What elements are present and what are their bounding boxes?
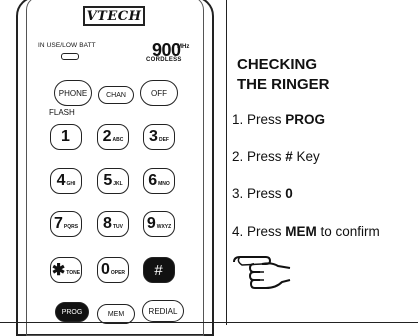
step-4-key: MEM bbox=[285, 224, 317, 239]
phone-button[interactable]: PHONE bbox=[54, 80, 92, 106]
pointing-hand-icon bbox=[233, 256, 291, 289]
key-digit: 0 bbox=[100, 261, 110, 278]
bottom-rule bbox=[0, 322, 418, 323]
key-digit: 8 bbox=[103, 215, 112, 232]
step-4: 4. Press MEM to confirm bbox=[232, 224, 380, 239]
step-2-key: # bbox=[285, 149, 293, 164]
key-digit: 2 bbox=[102, 128, 112, 145]
off-button[interactable]: OFF bbox=[140, 80, 178, 106]
mem-button[interactable]: MEM bbox=[97, 304, 135, 324]
key-letters: DEF bbox=[158, 136, 169, 143]
key-letters: MNO bbox=[158, 180, 170, 187]
key-digit: 1 bbox=[61, 128, 70, 145]
key-6[interactable]: 6 MNO bbox=[143, 168, 175, 194]
step-4-text: 4. Press bbox=[232, 224, 286, 239]
key-2[interactable]: 2 ABC bbox=[97, 124, 129, 150]
instructions-title: CHECKING THE RINGER bbox=[237, 55, 330, 95]
key-8[interactable]: 8 TUV bbox=[97, 211, 129, 237]
key-digit: 6 bbox=[148, 172, 158, 189]
step-4-suffix: to confirm bbox=[316, 224, 380, 239]
key-letters: PQRS bbox=[63, 223, 79, 230]
step-3: 3. Press 0 bbox=[232, 186, 293, 201]
key-4[interactable]: 4 GHI bbox=[50, 168, 82, 194]
step-3-text: 3. Press bbox=[232, 186, 286, 201]
title-line-1: CHECKING bbox=[237, 56, 318, 73]
manual-page: VTECH IN USE/LOW BATT 9 0 0 MHz CORDLESS P… bbox=[0, 0, 418, 336]
key-digit: # bbox=[154, 261, 163, 279]
key-9[interactable]: 9 WXYZ bbox=[143, 211, 175, 237]
step-1-key: PROG bbox=[285, 112, 326, 127]
key-3[interactable]: 3 DEF bbox=[143, 124, 175, 150]
key-letters: TONE bbox=[66, 269, 81, 276]
key-letters: TUV bbox=[112, 223, 123, 230]
key-letters: GHI bbox=[66, 180, 76, 187]
key-12[interactable]: # bbox=[143, 257, 175, 283]
step-3-key: 0 bbox=[285, 186, 293, 201]
key-1[interactable]: 1 bbox=[50, 124, 82, 150]
key-letters: OPER bbox=[110, 269, 126, 276]
key-letters: JKL bbox=[113, 180, 123, 187]
step-2-text: 2. Press bbox=[232, 149, 286, 164]
key-digit: 9 bbox=[146, 215, 156, 232]
redial-button[interactable]: REDIAL bbox=[142, 300, 184, 322]
key-11[interactable]: 0 OPER bbox=[97, 257, 129, 283]
step-1: 1. Press PROG bbox=[232, 112, 325, 127]
cordless-label: CORDLESS bbox=[146, 57, 182, 63]
key-digit: 4 bbox=[56, 172, 66, 189]
prog-button[interactable]: PROG bbox=[55, 302, 89, 322]
column-divider bbox=[226, 0, 227, 325]
key-7[interactable]: 7 PQRS bbox=[50, 211, 82, 237]
brand-logo: VTECH bbox=[83, 6, 145, 26]
step-2-suffix: Key bbox=[292, 149, 320, 164]
chan-button[interactable]: CHAN bbox=[98, 86, 134, 104]
key-10[interactable]: ✱ TONE bbox=[50, 257, 82, 283]
key-digit: ✱ bbox=[51, 262, 66, 279]
key-digit: 5 bbox=[103, 172, 113, 189]
key-letters: WXYZ bbox=[156, 223, 172, 230]
key-digit: 3 bbox=[149, 128, 158, 145]
step-2: 2. Press # Key bbox=[232, 149, 320, 164]
indicator-label: IN USE/LOW BATT bbox=[38, 42, 96, 49]
title-line-2: THE RINGER bbox=[237, 76, 330, 93]
frequency-unit: MHz bbox=[177, 44, 190, 50]
key-digit: 7 bbox=[53, 215, 63, 232]
step-1-text: 1. Press bbox=[232, 112, 286, 127]
indicator-led bbox=[61, 53, 79, 60]
key-letters: ABC bbox=[112, 136, 124, 143]
key-5[interactable]: 5 JKL bbox=[97, 168, 129, 194]
flash-label: FLASH bbox=[49, 108, 75, 117]
